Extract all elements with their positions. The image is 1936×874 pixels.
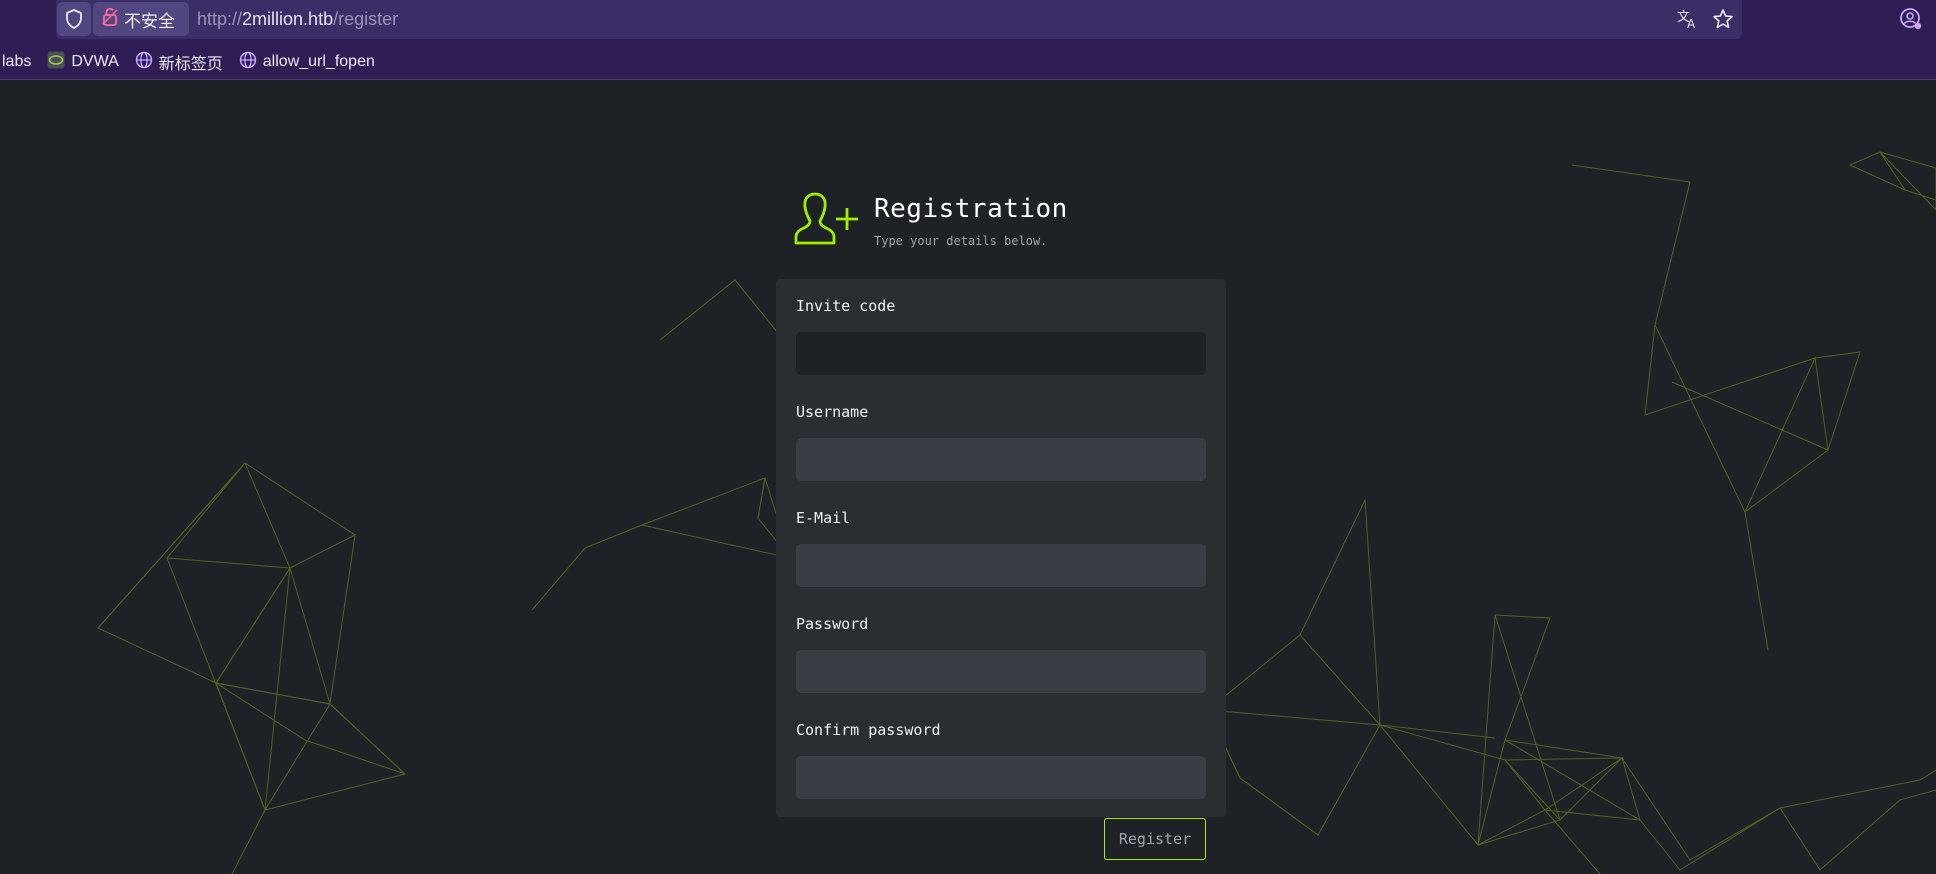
svg-text:A: A xyxy=(1687,17,1696,30)
profile-icon[interactable] xyxy=(1899,7,1923,31)
email-input[interactable] xyxy=(796,544,1206,587)
url-text[interactable]: http://2million.htb/register xyxy=(197,9,398,30)
url-path: /register xyxy=(333,9,399,29)
username-input[interactable] xyxy=(796,438,1206,481)
bookmark-label: allow_url_fopen xyxy=(262,53,375,70)
registration-header: Registration Type your details below. xyxy=(794,190,1068,248)
insecure-label: 不安全 xyxy=(124,11,175,32)
confirm-password-label: Confirm password xyxy=(796,721,941,739)
page-subtitle: Type your details below. xyxy=(874,234,1048,248)
site-security-chip[interactable]: 不安全 xyxy=(93,2,189,36)
url-host: 2million.htb xyxy=(242,9,334,29)
bookmark-new-tab[interactable]: 新标签页 xyxy=(135,50,223,74)
shield-icon[interactable] xyxy=(57,2,91,36)
broken-lock-icon xyxy=(102,7,118,31)
confirm-password-input[interactable] xyxy=(796,756,1206,799)
url-scheme: http:// xyxy=(197,9,243,29)
bookmark-label: 新标签页 xyxy=(158,56,223,73)
registration-form: Invite code Username E-Mail Password Con… xyxy=(776,279,1226,860)
star-icon[interactable] xyxy=(1711,7,1735,31)
dvwa-icon xyxy=(47,51,65,74)
bookmark-label: DVWA xyxy=(71,53,119,70)
bookmark-dvwa[interactable]: DVWA xyxy=(47,51,119,74)
globe-icon xyxy=(239,51,257,74)
email-label: E-Mail xyxy=(796,509,851,527)
invite-code-label: Invite code xyxy=(796,297,896,315)
browser-toolbar: 不安全 http://2million.htb/register 文A labs… xyxy=(0,0,1936,80)
invite-code-input[interactable] xyxy=(796,332,1206,375)
page-title: Registration xyxy=(874,194,1068,224)
translate-icon[interactable]: 文A xyxy=(1675,7,1699,31)
add-user-icon xyxy=(794,190,860,248)
password-input[interactable] xyxy=(796,650,1206,693)
bookmarks-bar: labs DVWA 新标签页 allow_url_fopen xyxy=(0,50,391,74)
register-button[interactable]: Register xyxy=(1104,818,1206,860)
bookmark-label: labs xyxy=(2,53,32,70)
username-label: Username xyxy=(796,403,869,421)
bookmark-allow-url-fopen[interactable]: allow_url_fopen xyxy=(239,51,375,74)
bookmark-labs[interactable]: labs xyxy=(2,53,31,71)
password-label: Password xyxy=(796,615,869,633)
globe-icon xyxy=(135,51,153,74)
